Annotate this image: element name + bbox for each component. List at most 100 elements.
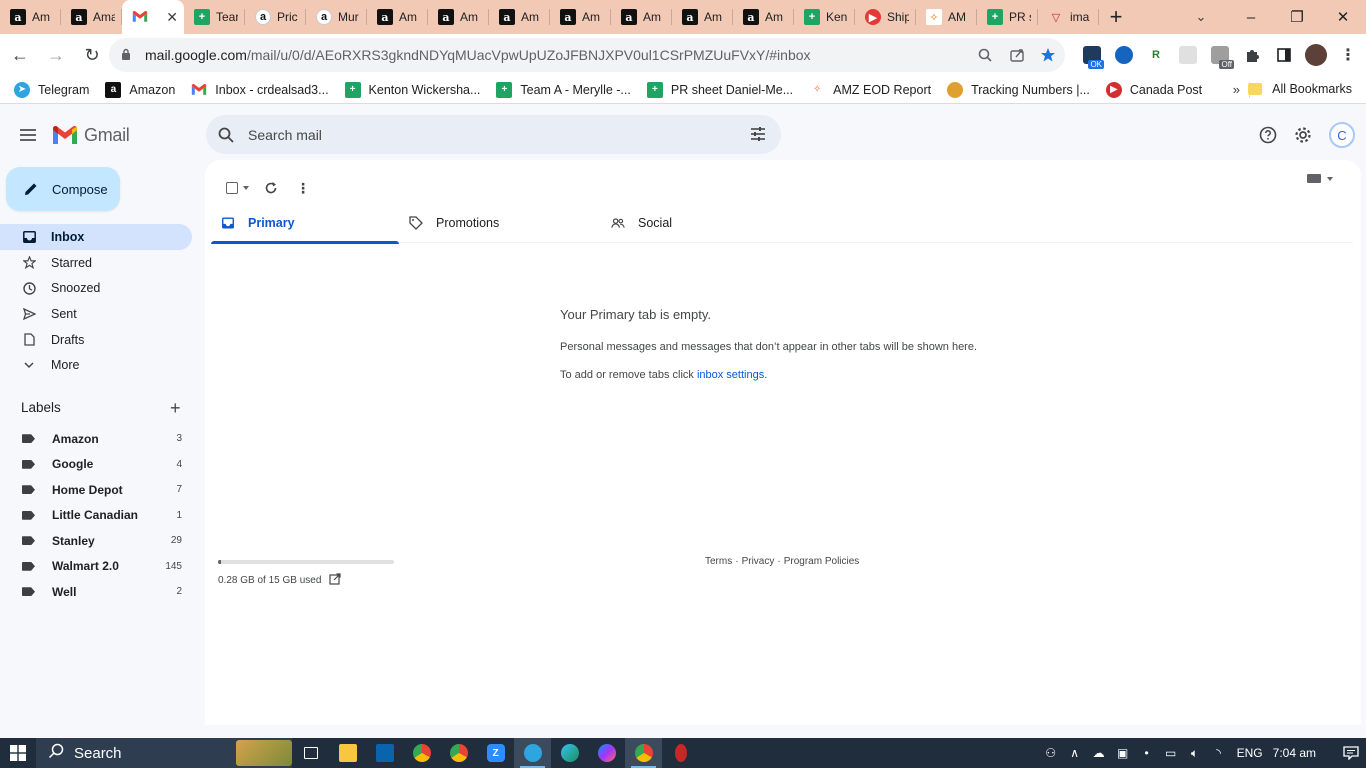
refresh-icon[interactable] — [255, 172, 287, 204]
microphone-icon[interactable]: • — [1135, 746, 1159, 760]
program-policies-link[interactable]: Program Policies — [784, 556, 860, 567]
bookmark-item[interactable]: + PR sheet Daniel-Me... — [646, 81, 793, 98]
browser-tab[interactable]: a Am — [489, 0, 550, 34]
input-language[interactable]: ENG — [1237, 746, 1263, 760]
create-label-icon[interactable]: + — [170, 398, 181, 419]
select-caret-icon[interactable] — [242, 186, 249, 190]
extensions-puzzle-icon[interactable] — [1236, 40, 1268, 70]
bookmark-item[interactable]: a Amazon — [105, 81, 175, 98]
main-menu-icon[interactable] — [16, 123, 40, 147]
battery-icon[interactable]: ▭ — [1159, 746, 1183, 760]
task-view-icon[interactable] — [292, 738, 329, 768]
label-item[interactable]: Amazon 3 — [0, 426, 192, 452]
label-item[interactable]: Little Canadian 1 — [0, 503, 192, 529]
more-options-icon[interactable]: ⋮ — [287, 172, 319, 204]
browser-tab[interactable]: a Mur — [306, 0, 367, 34]
browser-tab[interactable]: a Am — [611, 0, 672, 34]
extension-off-icon[interactable]: Off — [1204, 40, 1236, 70]
bookmark-item[interactable]: + Team A - Merylle -... — [496, 81, 631, 98]
mail-app-icon[interactable] — [366, 738, 403, 768]
inbox-settings-link[interactable]: inbox settings — [697, 369, 764, 381]
browser-tab[interactable]: ✕ — [122, 0, 184, 34]
taskbar-search[interactable]: Search — [36, 738, 292, 768]
terms-link[interactable]: Terms — [705, 556, 732, 567]
label-item[interactable]: Home Depot 7 — [0, 477, 192, 503]
share-icon[interactable] — [1007, 45, 1027, 65]
browser-tab[interactable]: a Am — [733, 0, 794, 34]
bookmark-item[interactable]: ✧ AMZ EOD Report — [809, 82, 931, 98]
label-item[interactable]: Stanley 29 — [0, 528, 192, 554]
label-item[interactable]: Well 2 — [0, 579, 192, 605]
search-input[interactable] — [248, 126, 728, 143]
browser-tab[interactable]: a Am — [672, 0, 733, 34]
browser-tab[interactable]: + Ken — [794, 0, 855, 34]
url-text[interactable]: mail.google.com/mail/u/0/d/AEoRXRS3gkndN… — [145, 47, 811, 63]
bookmark-item[interactable]: + Kenton Wickersha... — [344, 81, 480, 98]
bookmark-item[interactable]: Tracking Numbers |... — [947, 81, 1090, 98]
nav-item-starred[interactable]: Starred — [0, 250, 192, 276]
restore-icon[interactable]: ❐ — [1274, 0, 1320, 34]
minimize-icon[interactable]: – — [1228, 0, 1274, 34]
bookmark-item[interactable]: ➤ Telegram — [14, 81, 89, 98]
new-tab-button[interactable]: + — [1099, 0, 1133, 34]
chrome-active-icon[interactable] — [625, 738, 662, 768]
profile-avatar[interactable] — [1300, 40, 1332, 70]
search-options-icon[interactable] — [749, 125, 767, 146]
tab-promotions[interactable]: Promotions — [399, 202, 601, 243]
telegram-app-icon[interactable] — [514, 738, 551, 768]
close-window-icon[interactable]: ✕ — [1320, 0, 1366, 34]
browser-tab[interactable]: ▶ Ship — [855, 0, 916, 34]
more-bookmarks-icon[interactable]: » — [1233, 82, 1240, 97]
tab-social[interactable]: Social — [601, 202, 789, 243]
wifi-icon[interactable]: ◝ — [1207, 746, 1231, 760]
browser-tab[interactable]: + Tear — [184, 0, 245, 34]
search-icon[interactable] — [216, 125, 236, 145]
tab-search-icon[interactable]: ⌄ — [1184, 0, 1218, 34]
compose-button[interactable]: Compose — [6, 167, 120, 211]
back-arrow-icon[interactable]: ← — [4, 39, 36, 71]
clock[interactable]: 7:04 am — [1273, 746, 1316, 760]
windows-start-icon[interactable] — [0, 738, 36, 768]
label-item[interactable]: Google 4 — [0, 452, 192, 478]
account-avatar[interactable]: C — [1329, 122, 1355, 148]
search-bar[interactable] — [206, 115, 781, 154]
volume-icon[interactable]: 🔈︎ — [1183, 746, 1207, 761]
nav-item-drafts[interactable]: Drafts — [0, 327, 192, 353]
chrome-menu-icon[interactable]: ⋮ — [1332, 40, 1364, 70]
browser-tab[interactable]: + PR s — [977, 0, 1038, 34]
close-tab-icon[interactable]: ✕ — [166, 9, 178, 26]
nav-item-more[interactable]: More — [0, 352, 192, 378]
bookmark-star-icon[interactable] — [1038, 45, 1058, 65]
help-icon[interactable] — [1257, 124, 1279, 146]
zoom-icon[interactable] — [975, 45, 995, 65]
nav-item-inbox[interactable]: Inbox — [0, 224, 192, 250]
browser-tab[interactable]: a Am — [428, 0, 489, 34]
messenger-icon[interactable] — [588, 738, 625, 768]
pinned-app-icon[interactable] — [662, 738, 699, 768]
forward-arrow-icon[interactable]: → — [40, 39, 72, 71]
people-tray-icon[interactable]: ⚇ — [1039, 746, 1063, 760]
chrome-profile-icon[interactable] — [440, 738, 477, 768]
browser-tab[interactable]: ✧ AM — [916, 0, 977, 34]
browser-tab[interactable]: ▽ ima — [1038, 0, 1099, 34]
zoom-app-icon[interactable]: Z — [477, 738, 514, 768]
browser-tab[interactable]: a Ama — [61, 0, 122, 34]
browser-tab[interactable]: a Am — [550, 0, 611, 34]
meet-tray-icon[interactable]: ▣ — [1111, 746, 1135, 760]
address-bar[interactable]: mail.google.com/mail/u/0/d/AEoRXRS3gkndN… — [109, 38, 1065, 72]
extension-game-icon[interactable] — [1108, 40, 1140, 70]
nav-item-sent[interactable]: Sent — [0, 301, 192, 327]
browser-tab[interactable]: a Am — [0, 0, 61, 34]
open-in-new-icon[interactable] — [329, 573, 342, 588]
cloud-tray-icon[interactable]: ☁ — [1087, 746, 1111, 760]
nav-item-snoozed[interactable]: Snoozed — [0, 275, 192, 301]
reload-icon[interactable]: ↻ — [76, 39, 108, 71]
file-explorer-icon[interactable] — [329, 738, 366, 768]
bookmark-item[interactable]: ▶ Canada Post — [1105, 81, 1202, 98]
input-tools-button[interactable] — [1307, 174, 1333, 183]
privacy-link[interactable]: Privacy — [742, 556, 775, 567]
label-item[interactable]: Walmart 2.0 145 — [0, 554, 192, 580]
extension-rs-icon[interactable]: R — [1140, 40, 1172, 70]
notifications-icon[interactable] — [1336, 746, 1366, 760]
chrome-icon[interactable] — [403, 738, 440, 768]
